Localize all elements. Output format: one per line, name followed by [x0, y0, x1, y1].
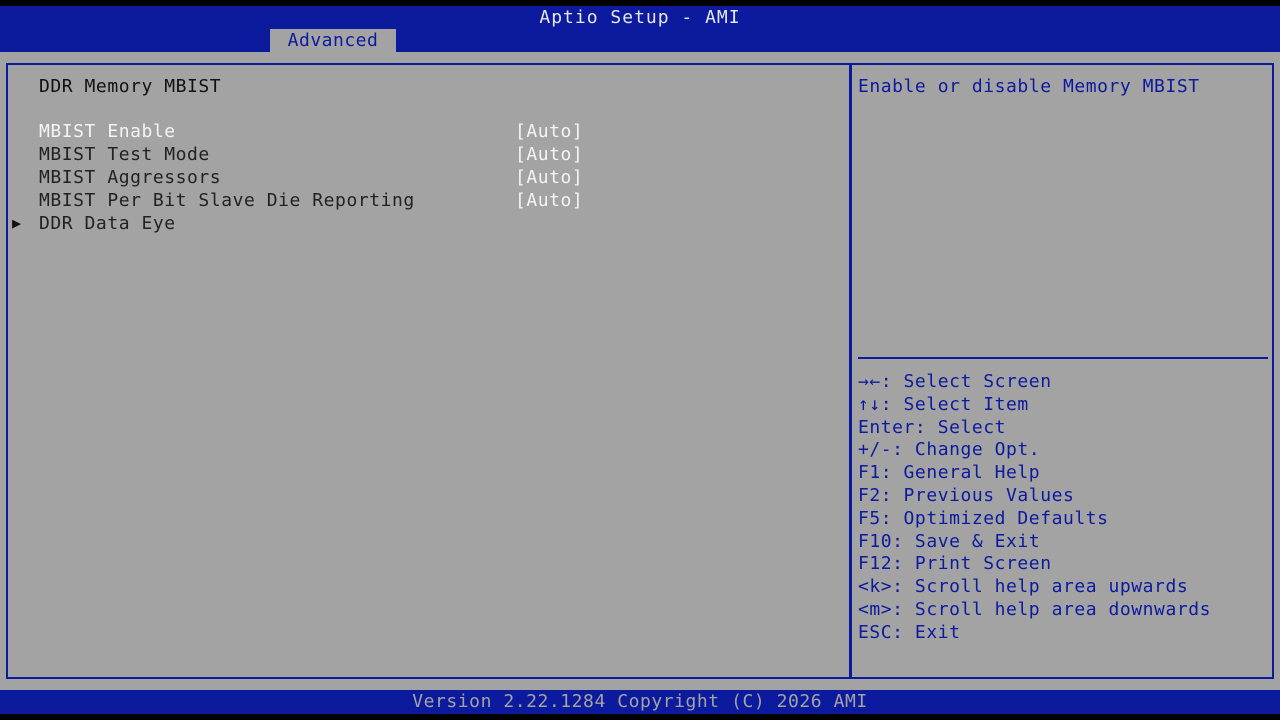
key-hint-optimized-defaults: F5: Optimized Defaults [858, 507, 1109, 529]
key-hint-change-opt: +/-: Change Opt. [858, 439, 1041, 461]
key-hint-enter: Enter: Select [858, 416, 1007, 438]
setting-mbist-aggressors[interactable]: MBIST Aggressors [Auto] [0, 166, 840, 189]
tab-advanced[interactable]: Advanced [270, 29, 396, 52]
submenu-arrow-icon: ▶ [12, 214, 22, 232]
key-hint-previous-values: F2: Previous Values [858, 484, 1075, 506]
setting-mbist-test-mode[interactable]: MBIST Test Mode [Auto] [0, 143, 840, 166]
help-text: Enable or disable Memory MBIST [858, 76, 1200, 97]
panel-divider [849, 63, 852, 679]
key-hint-select-screen: →←: Select Screen [858, 371, 1052, 392]
key-hint-print-screen: F12: Print Screen [858, 553, 1052, 575]
key-hint-general-help: F1: General Help [858, 462, 1041, 484]
version-text: Version 2.22.1284 Copyright (C) 2026 AMI [412, 691, 868, 712]
app-title: Aptio Setup - AMI [539, 7, 741, 28]
setting-label: MBIST Aggressors [39, 167, 222, 188]
help-separator [858, 357, 1268, 359]
setting-value[interactable]: [Auto] [515, 120, 583, 143]
setting-value[interactable]: [Auto] [515, 166, 583, 189]
key-hint-scroll-down: <m>: Scroll help area downwards [858, 598, 1211, 620]
key-legend: →←: Select Screen ↑↓: Select Item Enter:… [858, 371, 1211, 645]
key-hint-exit: ESC: Exit [858, 621, 961, 643]
setting-label: MBIST Enable [39, 121, 176, 142]
key-hint-scroll-up: <k>: Scroll help area upwards [858, 576, 1189, 598]
setting-value[interactable]: [Auto] [515, 143, 583, 166]
setting-value[interactable]: [Auto] [515, 189, 583, 212]
setting-mbist-enable[interactable]: MBIST Enable [Auto] [0, 120, 840, 143]
key-hint-save-exit: F10: Save & Exit [858, 530, 1041, 552]
key-hint-select-item: ↑↓: Select Item [858, 393, 1029, 415]
submenu-label: DDR Data Eye [39, 213, 176, 234]
setting-label: MBIST Per Bit Slave Die Reporting [39, 190, 415, 211]
submenu-ddr-data-eye[interactable]: ▶ DDR Data Eye [0, 212, 840, 235]
setting-label: MBIST Test Mode [39, 144, 210, 165]
setting-mbist-per-bit-slave-die-reporting[interactable]: MBIST Per Bit Slave Die Reporting [Auto] [0, 189, 840, 212]
section-title: DDR Memory MBIST [39, 76, 222, 97]
